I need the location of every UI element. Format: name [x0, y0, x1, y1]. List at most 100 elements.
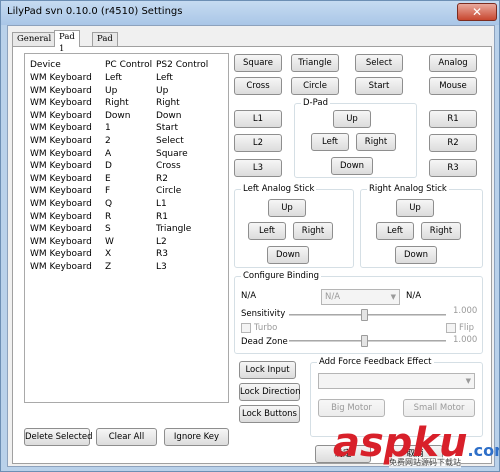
list-item[interactable]: WM Keyboard S Triangle [25, 224, 228, 236]
list-item[interactable]: WM Keyboard 2 Select [25, 136, 228, 148]
row-device: WM Keyboard [30, 85, 92, 96]
row-pc-control: Right [105, 98, 129, 109]
r2-button[interactable]: R2 [429, 134, 477, 152]
column-pc-control[interactable]: PC Control [105, 60, 152, 70]
chevron-down-icon: ▼ [465, 377, 471, 385]
list-item[interactable]: WM Keyboard D Cross [25, 161, 228, 173]
row-pc-control: S [105, 224, 111, 235]
left-stick-left-button[interactable]: Left [248, 222, 286, 240]
lock-input-button[interactable]: Lock Input [239, 361, 296, 379]
tab-general[interactable]: General [12, 32, 57, 46]
deadzone-slider[interactable] [289, 335, 446, 347]
force-feedback-label: Add Force Feedback Effect [317, 357, 434, 367]
clear-all-button[interactable]: Clear All [96, 428, 157, 446]
turbo-checkbox[interactable] [241, 323, 251, 333]
row-ps2-control: Down [156, 110, 182, 121]
row-device: WM Keyboard [30, 199, 92, 209]
row-ps2-control: Cross [156, 161, 181, 172]
row-ps2-control: R3 [156, 249, 168, 260]
column-device[interactable]: Device [30, 60, 61, 70]
l3-button[interactable]: L3 [234, 159, 282, 177]
row-device: WM Keyboard [30, 186, 92, 197]
cross-button[interactable]: Cross [234, 77, 282, 95]
left-stick-right-button[interactable]: Right [293, 222, 333, 240]
turbo-label: Turbo [254, 323, 278, 333]
analog-button[interactable]: Analog [429, 54, 477, 72]
row-ps2-control: Left [156, 73, 173, 83]
binding-combo[interactable]: N/A ▼ [321, 289, 400, 305]
small-motor-button[interactable]: Small Motor [403, 399, 475, 417]
lock-buttons-button[interactable]: Lock Buttons [239, 405, 300, 423]
list-item[interactable]: WM Keyboard F Circle [25, 186, 228, 198]
circle-button[interactable]: Circle [291, 77, 339, 95]
left-stick-up-button[interactable]: Up [268, 199, 306, 217]
sensitivity-label: Sensitivity [241, 309, 286, 319]
watermark-subtitle: 免费网站源码下载站 [389, 457, 461, 468]
dpad-right-button[interactable]: Right [356, 133, 396, 151]
row-device: WM Keyboard [30, 148, 92, 159]
right-stick-right-button[interactable]: Right [421, 222, 461, 240]
list-item[interactable]: WM Keyboard Left Left [25, 73, 228, 85]
deadzone-label: Dead Zone [241, 337, 288, 347]
l1-button[interactable]: L1 [234, 110, 282, 128]
title-bar[interactable]: LilyPad svn 0.10.0 (r4510) Settings ✕ [1, 1, 499, 25]
deadzone-slider-thumb[interactable] [361, 335, 368, 347]
sensitivity-slider[interactable] [289, 309, 446, 321]
right-stick-down-button[interactable]: Down [395, 246, 437, 264]
row-device: WM Keyboard [30, 262, 92, 272]
r3-button[interactable]: R3 [429, 159, 477, 177]
tab-pad-2[interactable]: Pad 2 [92, 32, 118, 56]
row-ps2-control: L1 [156, 199, 167, 209]
row-device: WM Keyboard [30, 161, 92, 172]
list-item[interactable]: WM Keyboard Z L3 [25, 262, 228, 274]
row-pc-control: W [105, 236, 114, 247]
right-stick-up-button[interactable]: Up [396, 199, 434, 217]
list-item[interactable]: WM Keyboard 1 Start [25, 123, 228, 135]
dpad-down-button[interactable]: Down [331, 157, 373, 175]
list-item[interactable]: WM Keyboard X R3 [25, 249, 228, 261]
binding-list[interactable]: Device PC Control PS2 Control WM Keyboar… [24, 53, 229, 403]
binding-na-right: N/A [406, 291, 422, 301]
dpad-left-button[interactable]: Left [311, 133, 349, 151]
list-item[interactable]: WM Keyboard Q L1 [25, 199, 228, 211]
force-feedback-combo[interactable]: ▼ [318, 373, 475, 389]
row-pc-control: 1 [105, 123, 111, 134]
list-item[interactable]: WM Keyboard W L2 [25, 237, 228, 249]
r1-button[interactable]: R1 [429, 110, 477, 128]
list-item[interactable]: WM Keyboard Up Up [25, 86, 228, 98]
tab-pad-1[interactable]: Pad 1 [54, 30, 80, 54]
dpad-up-button[interactable]: Up [333, 110, 371, 128]
list-item[interactable]: WM Keyboard A Square [25, 149, 228, 161]
mouse-button[interactable]: Mouse [429, 77, 477, 95]
flip-checkbox[interactable] [446, 323, 456, 333]
window-title: LilyPad svn 0.10.0 (r4510) Settings [7, 6, 183, 17]
lock-direction-button[interactable]: Lock Direction [239, 383, 300, 401]
settings-window: LilyPad svn 0.10.0 (r4510) Settings ✕ Ge… [0, 0, 500, 472]
list-item[interactable]: WM Keyboard Down Down [25, 111, 228, 123]
column-ps2-control[interactable]: PS2 Control [156, 60, 208, 70]
flip-label: Flip [459, 323, 475, 333]
square-button[interactable]: Square [234, 54, 282, 72]
l2-button[interactable]: L2 [234, 134, 282, 152]
start-button[interactable]: Start [355, 77, 403, 95]
list-header: Device PC Control PS2 Control [25, 60, 228, 72]
delete-selected-button[interactable]: Delete Selected [24, 428, 92, 446]
list-item[interactable]: WM Keyboard R R1 [25, 212, 228, 224]
big-motor-button[interactable]: Big Motor [318, 399, 385, 417]
list-item[interactable]: WM Keyboard E R2 [25, 174, 228, 186]
left-stick-down-button[interactable]: Down [267, 246, 309, 264]
row-pc-control: A [105, 148, 112, 159]
triangle-button[interactable]: Triangle [291, 54, 339, 72]
row-pc-control: X [105, 249, 112, 260]
sensitivity-slider-thumb[interactable] [361, 309, 368, 321]
right-stick-left-button[interactable]: Left [376, 222, 414, 240]
ignore-key-button[interactable]: Ignore Key [164, 428, 229, 446]
row-pc-control: Left [105, 73, 122, 83]
watermark-tld: .com [467, 441, 499, 460]
close-button[interactable]: ✕ [457, 3, 497, 21]
row-device: WM Keyboard [30, 136, 92, 146]
list-item[interactable]: WM Keyboard Right Right [25, 98, 228, 110]
select-button[interactable]: Select [355, 54, 403, 72]
row-ps2-control: Start [156, 123, 178, 134]
row-ps2-control: R2 [156, 173, 168, 184]
